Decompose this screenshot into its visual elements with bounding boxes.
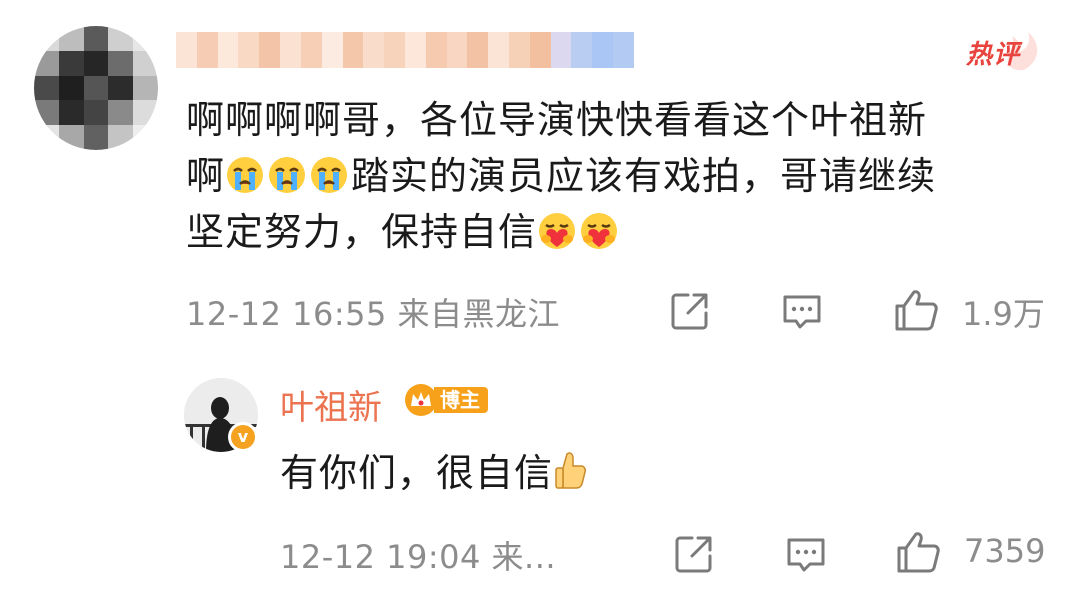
comment-line-1: 啊啊啊啊哥，各位导演快快看看这个叶祖新	[186, 98, 928, 142]
like-icon[interactable]	[892, 286, 940, 334]
reply-repost-icon[interactable]	[672, 532, 716, 576]
blogger-badge-label: 博主	[434, 387, 488, 413]
blogger-badge: 博主	[404, 383, 488, 417]
thumbs-up-emoji-icon	[555, 452, 587, 489]
hug-heart-emoji-icon	[539, 213, 576, 249]
reply-text: 有你们，很自信	[280, 451, 554, 495]
commenter-name-pixelated[interactable]	[176, 32, 634, 68]
comment-line-2: 啊踏实的演员应该有戏拍，哥请继续	[186, 154, 937, 198]
reply-timestamp: 12-12 19:04 来...	[280, 538, 557, 576]
repost-icon[interactable]	[668, 289, 712, 333]
hug-heart-emoji-icon	[581, 213, 618, 249]
verified-badge-icon: v	[228, 422, 258, 452]
reply-body[interactable]: 有你们，很自信	[280, 442, 589, 497]
like-count: 1.9万	[962, 295, 1045, 333]
comment-icon[interactable]	[780, 289, 824, 333]
comment-line-3: 坚定努力，保持自信	[186, 204, 1056, 260]
reply-author-name[interactable]: 叶祖新	[280, 380, 382, 429]
crown-icon	[405, 384, 437, 416]
reply-like-icon[interactable]	[894, 528, 942, 576]
comment-body[interactable]: 啊啊啊啊哥，各位导演快快看看这个叶祖新 啊踏实的演员应该有戏拍，哥请继续 坚定努…	[186, 92, 1056, 260]
crying-emoji-icon	[269, 157, 306, 193]
commenter-avatar-pixelated[interactable]	[34, 26, 158, 150]
comment-timestamp: 12-12 16:55 来自黑龙江	[186, 295, 561, 333]
crying-emoji-icon	[227, 157, 264, 193]
hot-comment-tag: 热评	[962, 30, 1046, 72]
reply-comment-icon[interactable]	[784, 532, 828, 576]
hot-tag-label: 热评	[966, 40, 1021, 70]
reply-like-count: 7359	[964, 532, 1046, 570]
crying-emoji-icon	[311, 157, 348, 193]
